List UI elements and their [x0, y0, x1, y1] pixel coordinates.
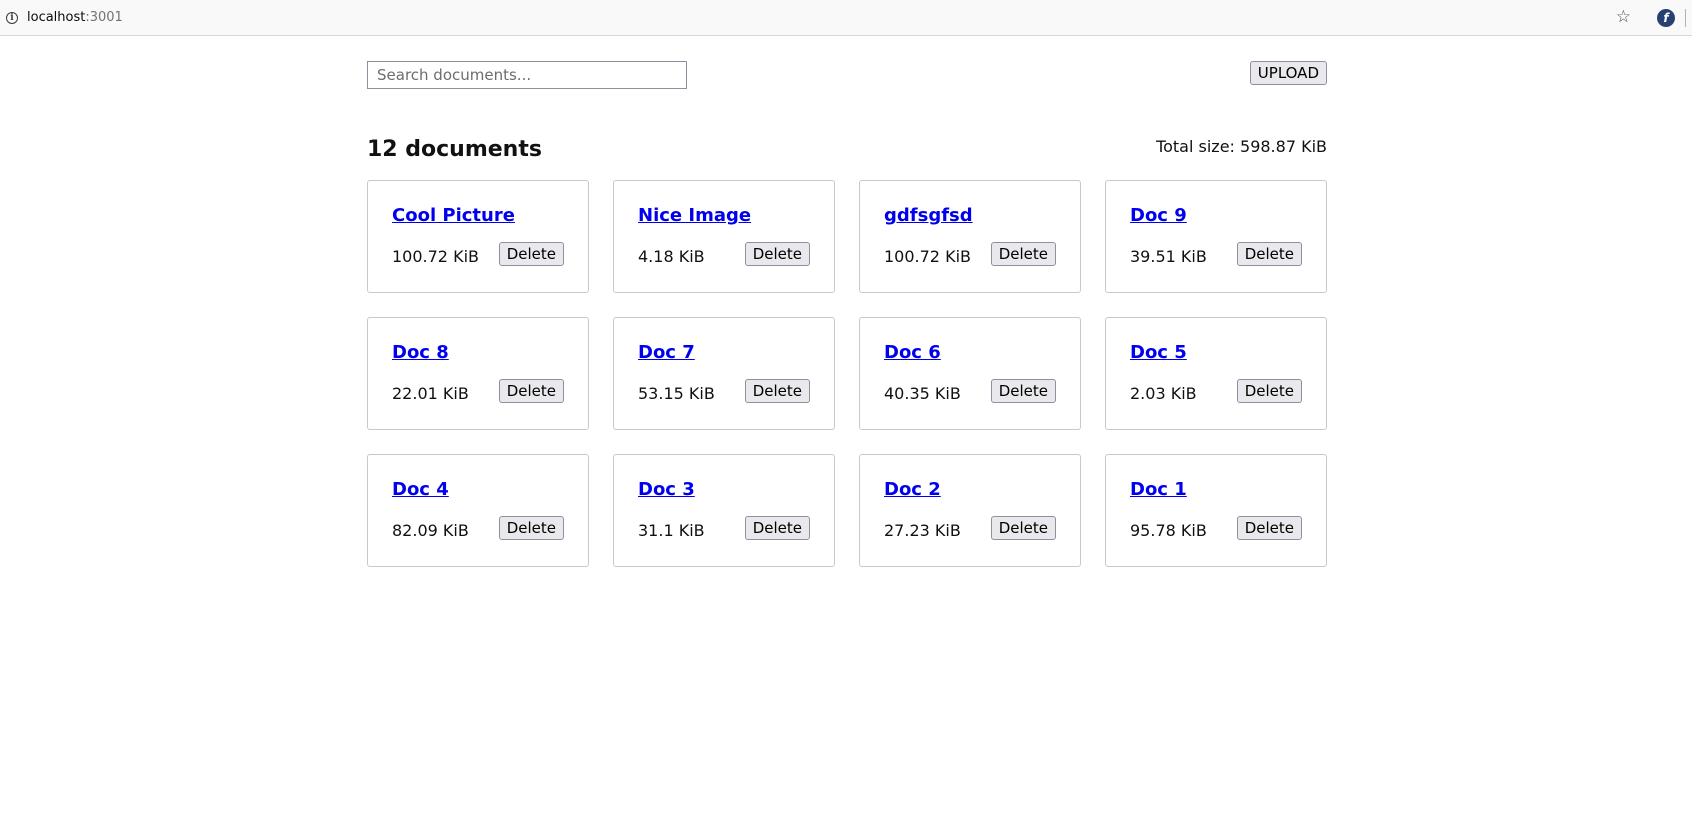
url-host: localhost	[27, 10, 86, 25]
delete-button[interactable]: Delete	[744, 516, 810, 540]
document-size: 39.51 KiB	[1130, 246, 1207, 266]
document-title-link[interactable]: Doc 4	[392, 478, 449, 502]
delete-button[interactable]: Delete	[990, 379, 1056, 403]
star-icon[interactable]: ☆	[1616, 9, 1631, 26]
toolbar-divider	[1685, 8, 1686, 27]
document-card-footer: 31.1 KiB Delete	[638, 516, 810, 540]
document-title-link[interactable]: Doc 3	[638, 478, 695, 502]
document-title-link[interactable]: Doc 7	[638, 341, 695, 365]
document-size: 2.03 KiB	[1130, 383, 1197, 403]
document-card-footer: 82.09 KiB Delete	[392, 516, 564, 540]
document-size: 4.18 KiB	[638, 246, 705, 266]
main-content: UPLOAD 12 documents Total size: 598.87 K…	[367, 61, 1327, 567]
document-card: Cool Picture 100.72 KiB Delete	[367, 180, 589, 293]
url-port: :3001	[85, 10, 123, 25]
document-card: Doc 2 27.23 KiB Delete	[859, 454, 1081, 567]
delete-button[interactable]: Delete	[744, 242, 810, 266]
document-card-footer: 100.72 KiB Delete	[392, 242, 564, 266]
document-card-footer: 27.23 KiB Delete	[884, 516, 1056, 540]
delete-button[interactable]: Delete	[990, 516, 1056, 540]
document-card: Nice Image 4.18 KiB Delete	[613, 180, 835, 293]
document-toolbar: UPLOAD	[367, 61, 1327, 89]
delete-button[interactable]: Delete	[498, 242, 564, 266]
document-card: Doc 7 53.15 KiB Delete	[613, 317, 835, 430]
document-size: 40.35 KiB	[884, 383, 961, 403]
document-card: Doc 4 82.09 KiB Delete	[367, 454, 589, 567]
document-size: 100.72 KiB	[884, 246, 971, 266]
document-card: Doc 9 39.51 KiB Delete	[1105, 180, 1327, 293]
delete-button[interactable]: Delete	[1236, 242, 1302, 266]
document-title-link[interactable]: gdfsgfsd	[884, 204, 973, 228]
document-count: 12 documents	[367, 137, 542, 162]
document-title-link[interactable]: Doc 9	[1130, 204, 1187, 228]
document-grid: Cool Picture 100.72 KiB Delete Nice Imag…	[367, 180, 1327, 567]
fedora-icon[interactable]: f	[1657, 8, 1675, 27]
delete-button[interactable]: Delete	[744, 379, 810, 403]
search-input[interactable]	[367, 61, 687, 89]
document-card-footer: 95.78 KiB Delete	[1130, 516, 1302, 540]
delete-button[interactable]: Delete	[1236, 379, 1302, 403]
document-card-footer: 22.01 KiB Delete	[392, 379, 564, 403]
document-card: Doc 8 22.01 KiB Delete	[367, 317, 589, 430]
document-card: Doc 1 95.78 KiB Delete	[1105, 454, 1327, 567]
info-icon[interactable]: i	[6, 11, 18, 24]
document-card: Doc 6 40.35 KiB Delete	[859, 317, 1081, 430]
document-card-footer: 100.72 KiB Delete	[884, 242, 1056, 266]
document-size: 100.72 KiB	[392, 246, 479, 266]
document-size: 53.15 KiB	[638, 383, 715, 403]
total-size: Total size: 598.87 KiB	[1156, 137, 1327, 156]
document-card: Doc 3 31.1 KiB Delete	[613, 454, 835, 567]
document-card: Doc 5 2.03 KiB Delete	[1105, 317, 1327, 430]
delete-button[interactable]: Delete	[1236, 516, 1302, 540]
document-card-footer: 40.35 KiB Delete	[884, 379, 1056, 403]
document-title-link[interactable]: Doc 5	[1130, 341, 1187, 365]
document-card: gdfsgfsd 100.72 KiB Delete	[859, 180, 1081, 293]
document-title-link[interactable]: Cool Picture	[392, 204, 515, 228]
delete-button[interactable]: Delete	[498, 516, 564, 540]
document-title-link[interactable]: Doc 1	[1130, 478, 1187, 502]
document-size: 82.09 KiB	[392, 520, 469, 540]
document-size: 95.78 KiB	[1130, 520, 1207, 540]
document-size: 22.01 KiB	[392, 383, 469, 403]
document-title-link[interactable]: Nice Image	[638, 204, 751, 228]
document-card-footer: 53.15 KiB Delete	[638, 379, 810, 403]
document-card-footer: 39.51 KiB Delete	[1130, 242, 1302, 266]
document-card-footer: 4.18 KiB Delete	[638, 242, 810, 266]
delete-button[interactable]: Delete	[498, 379, 564, 403]
document-size: 31.1 KiB	[638, 520, 705, 540]
address-bar[interactable]: localhost:3001	[27, 10, 123, 25]
document-card-footer: 2.03 KiB Delete	[1130, 379, 1302, 403]
document-size: 27.23 KiB	[884, 520, 961, 540]
document-title-link[interactable]: Doc 2	[884, 478, 941, 502]
delete-button[interactable]: Delete	[990, 242, 1056, 266]
browser-toolbar: i localhost:3001 ☆ f	[0, 0, 1692, 36]
document-title-link[interactable]: Doc 8	[392, 341, 449, 365]
document-title-link[interactable]: Doc 6	[884, 341, 941, 365]
documents-summary: 12 documents Total size: 598.87 KiB	[367, 136, 1327, 164]
upload-button[interactable]: UPLOAD	[1249, 61, 1327, 85]
